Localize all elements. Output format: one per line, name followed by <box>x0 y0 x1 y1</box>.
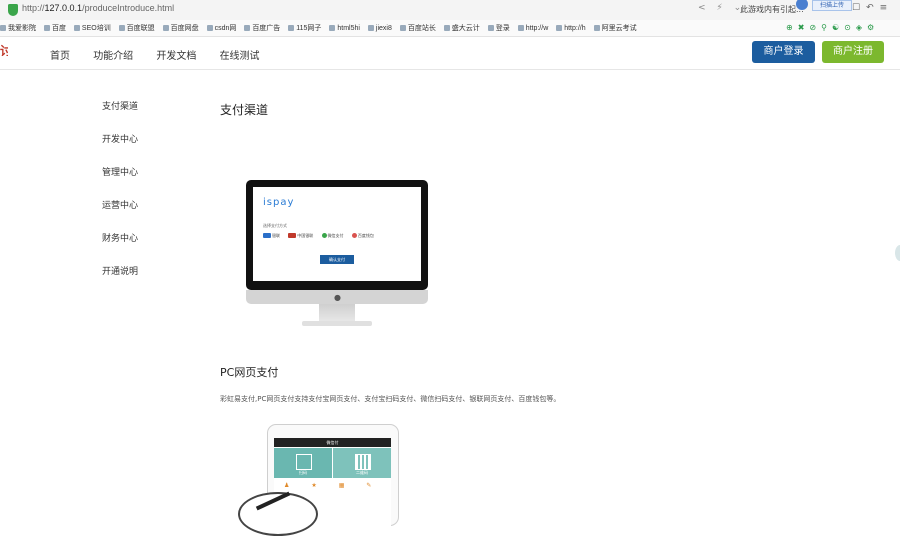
merchant-login-button[interactable]: 商户登录 <box>752 41 815 63</box>
sidebar-item-admin-center[interactable]: 管理中心 <box>102 165 138 198</box>
sidebar-item-ops-center[interactable]: 运营中心 <box>102 198 138 231</box>
bookmark-item[interactable]: 百度广告 <box>244 23 280 33</box>
tablet-feature-icons: ♟★▦✎ <box>284 482 394 489</box>
game-notice-text: 此游戏内有引起... <box>740 5 804 14</box>
sidebar-item-dev-center[interactable]: 开发中心 <box>102 132 138 165</box>
bookmark-item[interactable]: 115网子 <box>288 23 321 33</box>
nav-item-online-test[interactable]: 在线测试 <box>220 51 260 62</box>
bookmark-item[interactable]: csdn网 <box>206 23 236 33</box>
pay-method-label: 选择支付方式 <box>263 223 287 228</box>
wechat-pay-chip: 微信支付 <box>321 233 344 239</box>
monitor-stand <box>319 304 355 322</box>
monitor-base <box>302 321 372 326</box>
sidebar: 支付渠道 开发中心 管理中心 运营中心 财务中心 开通说明 <box>102 99 138 297</box>
security-shield-icon <box>8 4 18 16</box>
sidebar-item-channels[interactable]: 支付渠道 <box>102 99 138 132</box>
sidebar-item-activation-guide[interactable]: 开通说明 <box>102 264 138 297</box>
upload-button[interactable]: 扫描上传 <box>812 0 852 11</box>
nav-item-features[interactable]: 功能介绍 <box>93 51 133 62</box>
floating-side-widget[interactable] <box>895 245 900 261</box>
bookmark-item[interactable]: http://h <box>556 25 586 32</box>
confirm-pay-button: 确认支付 <box>320 255 354 264</box>
scan-icon <box>296 454 312 470</box>
monitor-illustration: ispay 选择支付方式 银联 中国银联 微信支付 百度钱包 确认支付 <box>246 180 428 290</box>
pc-pay-heading: PC网页支付 <box>220 366 279 379</box>
bookmark-item[interactable]: 百度 <box>43 23 66 33</box>
pc-pay-description: 彩虹易支付,PC网页支付支持支付宝网页支付、支付宝扫码支付、微信扫码支付、银联网… <box>220 395 561 403</box>
browser-address-bar: http://127.0.0.1/produceIntroduce.html <… <box>0 0 900 21</box>
extension-icons[interactable]: ⊕✖⊘⚲☯⊙◈⚙ <box>786 23 879 32</box>
scan-tile: 扫码 <box>274 448 332 478</box>
bookmark-item[interactable]: 我爱影院 <box>0 23 36 33</box>
bookmark-item[interactable]: 阿里云考试 <box>593 23 637 33</box>
bookmark-item[interactable]: html5hi <box>329 25 360 32</box>
url-field[interactable]: http://127.0.0.1/produceIntroduce.html <box>22 3 174 13</box>
unionpay-chip: 银联 <box>263 233 280 239</box>
bookmark-item[interactable]: SEO培训 <box>73 23 111 33</box>
bookmark-item[interactable]: 登录 <box>487 23 510 33</box>
main-nav: 首页 功能介绍 开发文档 在线测试 <box>50 47 280 62</box>
window-controls-icon[interactable]: ☐↶≡ <box>852 3 893 13</box>
sidebar-item-finance-center[interactable]: 财务中心 <box>102 231 138 264</box>
site-header: 讨 首页 功能介绍 开发文档 在线测试 商户登录 商户注册 <box>0 37 900 70</box>
ispay-logo: ispay <box>263 197 295 208</box>
baidu-wallet-chip: 百度钱包 <box>351 233 374 239</box>
page-title: 支付渠道 <box>220 103 269 117</box>
qr-tile: 二维码 <box>333 448 391 478</box>
bookmarks-bar: 我爱影院 百度 SEO培训 百度联盟 百度网盘 csdn网 百度广告 115网子… <box>0 20 900 37</box>
bookmark-item[interactable]: 百度联盟 <box>118 23 155 33</box>
pay-method-list: 银联 中国银联 微信支付 百度钱包 <box>263 233 381 239</box>
qr-code-icon <box>355 454 371 470</box>
apple-logo-icon: ● <box>334 293 341 302</box>
bookmark-item[interactable]: 百度站长 <box>399 23 436 33</box>
bookmark-item[interactable]: 百度网盘 <box>162 23 199 33</box>
nav-item-docs[interactable]: 开发文档 <box>156 51 196 62</box>
bookmark-item[interactable]: 盛大云计 <box>443 23 480 33</box>
tablet-title-bar: 微信付 <box>274 438 391 447</box>
site-logo[interactable]: 讨 <box>0 42 8 56</box>
bookmark-item[interactable]: http://w <box>517 25 548 32</box>
nav-item-home[interactable]: 首页 <box>50 51 70 62</box>
monitor-screen: ispay 选择支付方式 银联 中国银联 微信支付 百度钱包 确认支付 <box>253 187 421 281</box>
cloud-icon[interactable] <box>796 0 808 10</box>
share-icon[interactable]: < ⚡ ⌄ <box>698 3 745 13</box>
merchant-register-button[interactable]: 商户注册 <box>822 41 884 63</box>
china-unionpay-chip: 中国银联 <box>288 233 313 239</box>
bookmark-item[interactable]: jiexi8 <box>367 25 392 32</box>
